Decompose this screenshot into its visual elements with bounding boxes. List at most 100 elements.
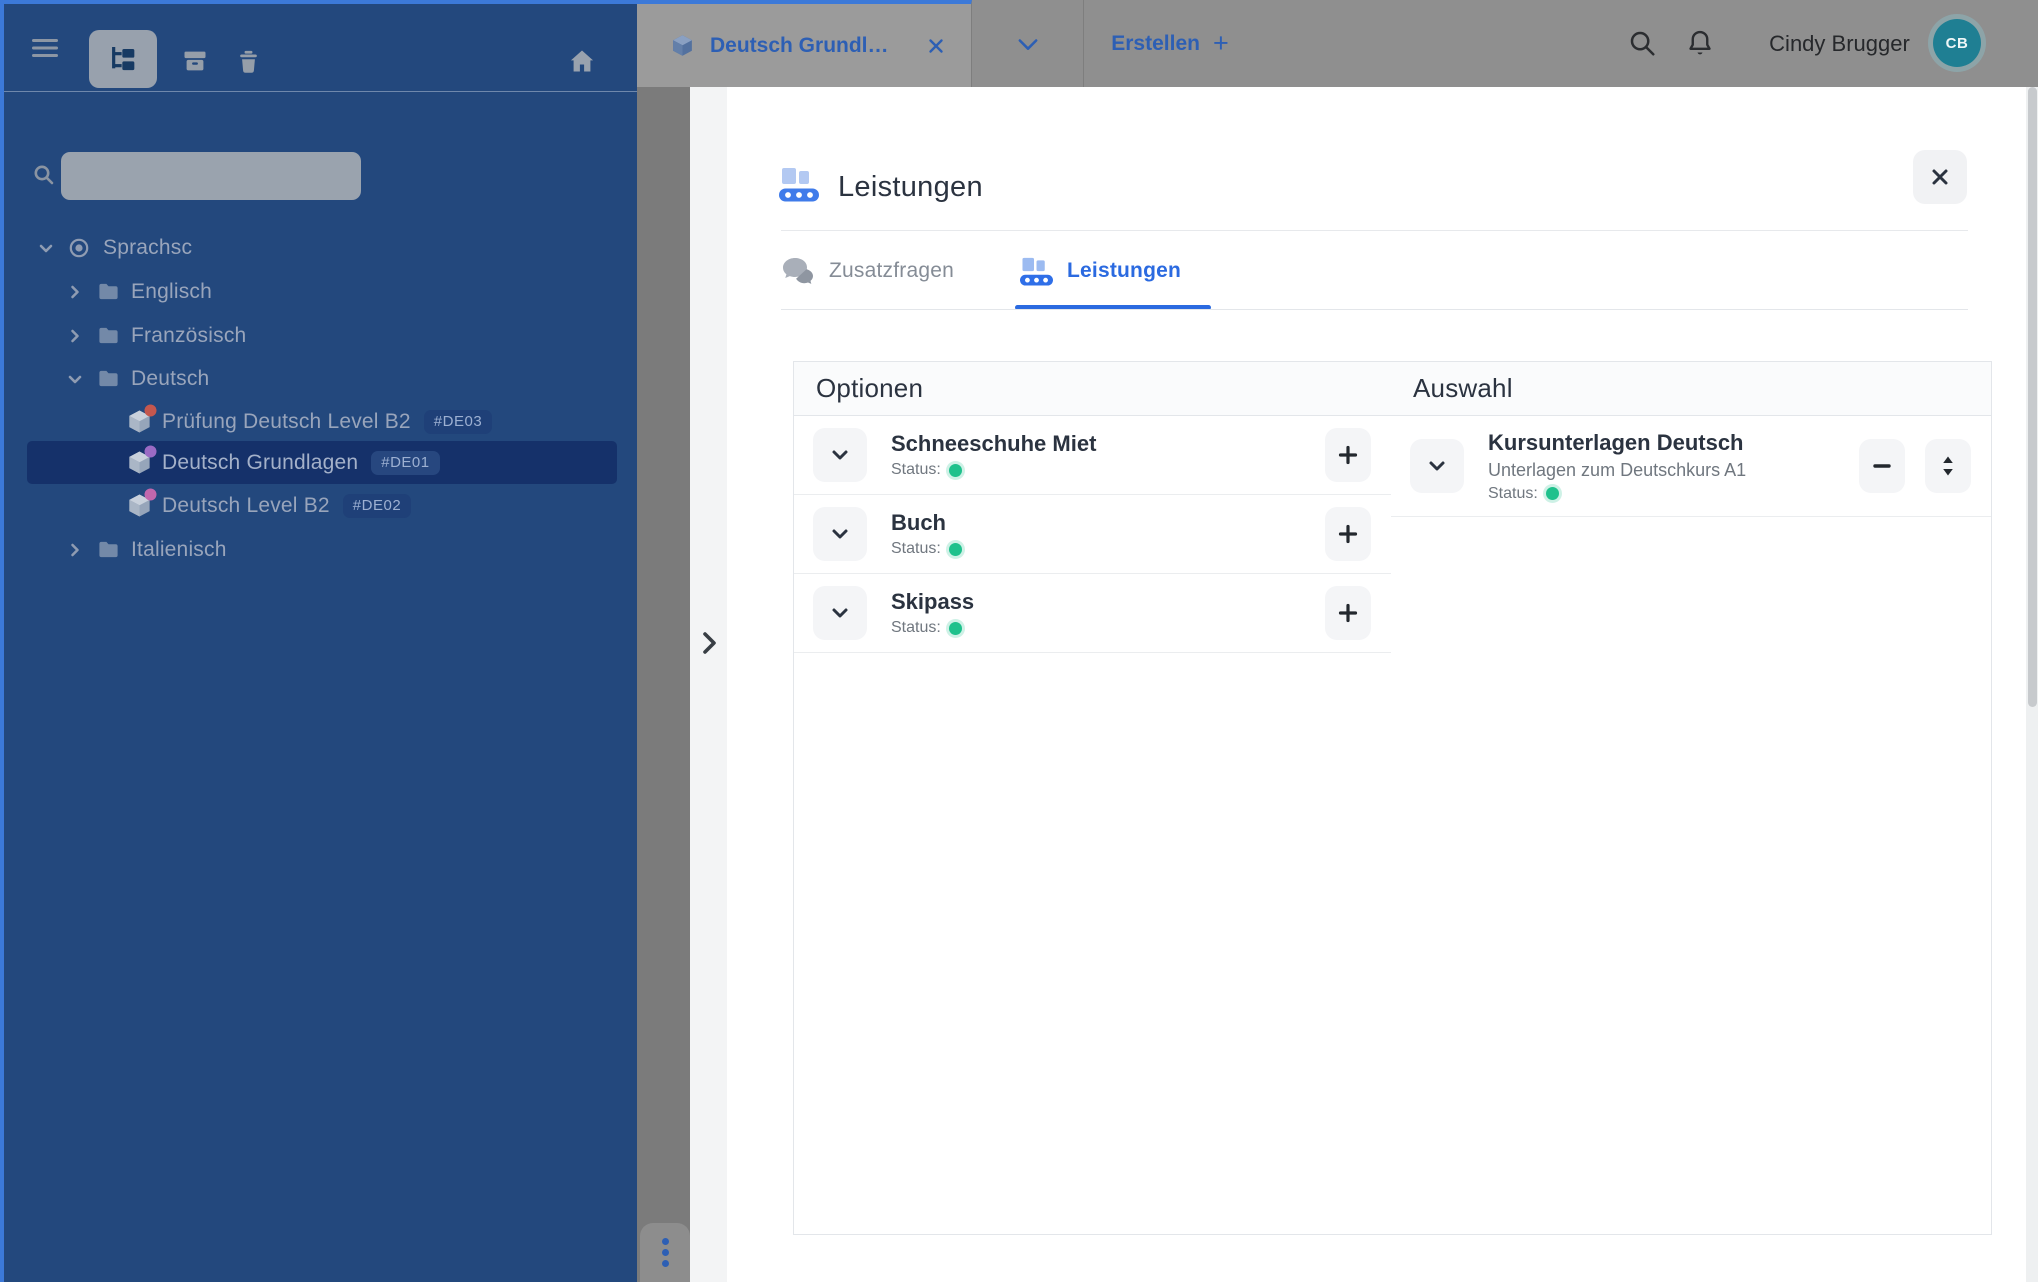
more-options-button[interactable] — [640, 1223, 690, 1282]
expand-panel-arrow-icon[interactable] — [694, 625, 724, 661]
tree-node-deutsch-grundlagen[interactable]: Deutsch Grundlagen #DE01 — [4, 441, 641, 484]
option-row-skipass: Skipass Status: — [794, 574, 1391, 653]
status-dot-green — [948, 621, 962, 635]
package-icon — [126, 488, 157, 519]
notifications-bell-icon[interactable] — [1685, 28, 1715, 63]
chevron-right-icon[interactable] — [65, 326, 85, 346]
chevron-down-icon[interactable] — [65, 369, 85, 389]
status-dot-green — [948, 542, 962, 556]
tree-node-englisch[interactable]: Englisch — [4, 270, 641, 313]
create-label: Erstellen — [1111, 31, 1200, 55]
tree-node-label: Deutsch Grundlagen — [162, 450, 359, 474]
tabs-divider — [781, 309, 1968, 310]
chevron-down-icon — [832, 450, 848, 460]
reorder-selection-button[interactable] — [1925, 439, 1971, 493]
option-status: Status: — [891, 540, 962, 558]
avatar[interactable]: CB — [1933, 19, 1981, 67]
expand-selection-button[interactable] — [1410, 439, 1464, 493]
tree-node-sprachsc[interactable]: Sprachsc — [4, 226, 641, 269]
tree-node-label: Prüfung Deutsch Level B2 — [162, 409, 411, 433]
conveyor-icon — [1020, 257, 1053, 286]
expand-option-button[interactable] — [813, 586, 867, 640]
option-title: Buch — [891, 510, 946, 535]
folder-icon — [97, 325, 120, 346]
header-divider — [781, 230, 1968, 231]
option-title: Schneeschuhe Miet — [891, 431, 1097, 456]
package-icon — [673, 35, 692, 56]
column-header: Optionen — [794, 362, 1391, 416]
radio-dot-icon — [68, 237, 90, 259]
scrollbar-thumb[interactable] — [2027, 87, 2037, 707]
notification-dot — [144, 445, 157, 458]
tab-label: Zusatzfragen — [829, 259, 954, 282]
folder-icon — [97, 539, 120, 560]
option-title: Skipass — [891, 589, 975, 614]
option-row-buch: Buch Status: — [794, 495, 1391, 574]
overlay-dim-strip — [637, 87, 690, 1282]
chevron-down-icon — [832, 529, 848, 539]
create-button[interactable]: Erstellen + — [1084, 0, 1256, 87]
folder-icon — [97, 281, 120, 302]
tree-node-deutsch[interactable]: Deutsch — [4, 357, 641, 400]
sort-arrows-icon — [1943, 456, 1953, 476]
minus-icon — [1873, 464, 1891, 468]
trash-icon[interactable] — [233, 46, 263, 76]
chat-bubbles-icon — [783, 258, 813, 284]
tree-view-button[interactable] — [89, 30, 157, 88]
tree-node-label: Französisch — [131, 323, 247, 347]
chevron-down-icon — [832, 608, 848, 618]
user-name[interactable]: Cindy Brugger — [1757, 0, 1922, 87]
app-root: Sprachsc Englisch Französisch Deutsch Pr… — [0, 0, 2038, 1282]
expand-option-button[interactable] — [813, 507, 867, 561]
close-panel-button[interactable] — [1913, 150, 1967, 204]
tree-node-label: Deutsch — [131, 366, 210, 390]
panel-collapse-rail — [690, 87, 727, 1282]
tab-deutsch-grundlagen[interactable]: Deutsch Grundl… — [637, 0, 972, 87]
remove-selection-button[interactable] — [1859, 439, 1905, 493]
chevron-down-icon — [1018, 38, 1037, 50]
tree-node-deutsch-level-b2[interactable]: Deutsch Level B2 #DE02 — [4, 484, 641, 527]
menu-icon[interactable] — [30, 34, 60, 62]
add-option-button[interactable] — [1325, 586, 1371, 640]
add-option-button[interactable] — [1325, 428, 1371, 482]
plus-icon — [1338, 445, 1358, 465]
chevron-down-icon[interactable] — [36, 238, 56, 258]
package-icon — [126, 445, 157, 476]
selected-row-kursunterlagen: Kursunterlagen Deutsch Unterlagen zum De… — [1391, 416, 1991, 517]
topbar: Deutsch Grundl… Erstellen + Cindy Brugge… — [637, 0, 2038, 87]
tab-list-dropdown[interactable] — [972, 0, 1084, 87]
node-id-badge: #DE01 — [371, 450, 440, 475]
tab-zusatzfragen[interactable]: Zusatzfragen — [781, 245, 954, 297]
selection-subtitle: Unterlagen zum Deutschkurs A1 — [1488, 459, 1747, 480]
node-id-badge: #DE03 — [423, 409, 493, 434]
panel-title: Leistungen — [838, 171, 983, 203]
optionen-column: Optionen Schneeschuhe Miet Status: Buch … — [793, 361, 1392, 1235]
chevron-right-icon[interactable] — [65, 540, 85, 560]
tree-node-pruefung-deutsch-b2[interactable]: Prüfung Deutsch Level B2 #DE03 — [4, 400, 641, 443]
global-search-icon[interactable] — [1627, 28, 1657, 63]
tab-leistungen[interactable]: Leistungen — [1020, 245, 1181, 297]
chevron-right-icon[interactable] — [65, 282, 85, 302]
tree-node-franzoesisch[interactable]: Französisch — [4, 314, 641, 357]
package-icon — [126, 404, 157, 435]
column-header: Auswahl — [1391, 362, 1991, 416]
sidebar-search-input[interactable] — [61, 152, 361, 200]
selection-title: Kursunterlagen Deutsch — [1488, 429, 1744, 455]
panel-scrollbar[interactable] — [2026, 87, 2038, 1282]
expand-option-button[interactable] — [813, 428, 867, 482]
archive-icon[interactable] — [180, 46, 210, 76]
tree-node-label: Sprachsc — [103, 235, 193, 259]
tree-node-label: Englisch — [131, 279, 212, 303]
status-dot-green — [1545, 487, 1559, 500]
plus-icon — [1338, 603, 1358, 623]
tab-close-icon[interactable] — [927, 37, 945, 55]
conveyor-icon — [779, 167, 819, 207]
status-dot-green — [948, 463, 962, 477]
add-option-button[interactable] — [1325, 507, 1371, 561]
tree-node-italienisch[interactable]: Italienisch — [4, 528, 641, 571]
leistungen-panel: Leistungen Zusatzfragen Leistungen Optio… — [727, 87, 2026, 1282]
home-icon[interactable] — [566, 46, 598, 76]
tree-node-label: Deutsch Level B2 — [162, 493, 330, 517]
notification-dot — [144, 488, 157, 501]
tree-node-label: Italienisch — [131, 537, 227, 561]
